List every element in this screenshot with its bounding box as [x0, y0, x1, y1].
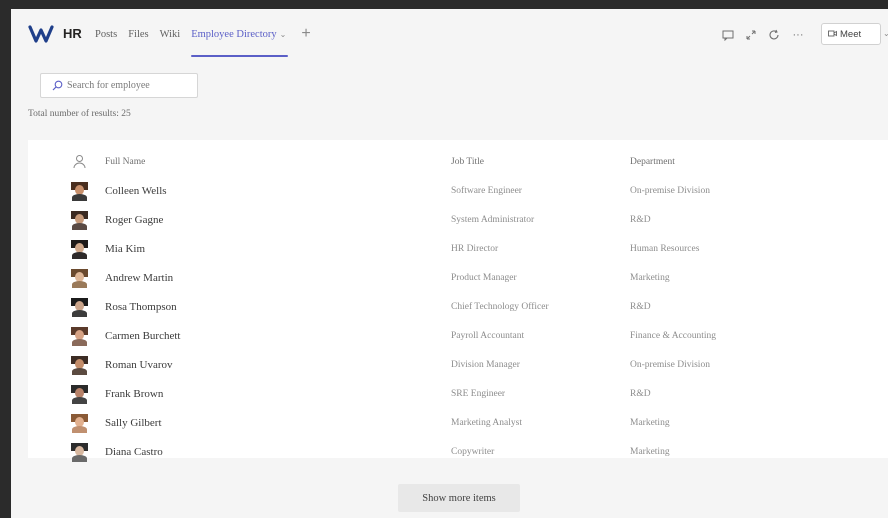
employee-name[interactable]: Rosa Thompson: [105, 301, 177, 313]
chat-icon[interactable]: [721, 28, 735, 42]
team-name: HR: [63, 26, 82, 41]
channel-header: HR Posts Files Wiki Employee Directory ⌄ …: [11, 9, 888, 61]
table-row[interactable]: Sally Gilbert Marketing Analyst Marketing: [28, 408, 888, 437]
team-logo-icon: [28, 25, 54, 43]
meet-button[interactable]: Meet: [821, 23, 881, 45]
employee-department: Marketing: [630, 446, 670, 457]
teams-app: HR Posts Files Wiki Employee Directory ⌄ …: [11, 9, 888, 518]
table-row[interactable]: Frank Brown SRE Engineer R&D: [28, 379, 888, 408]
employee-job-title: Product Manager: [451, 272, 517, 283]
avatar: [71, 327, 88, 346]
employee-name[interactable]: Carmen Burchett: [105, 330, 180, 342]
table-row[interactable]: Rosa Thompson Chief Technology Officer R&D: [28, 292, 888, 321]
meet-options-chevron-icon[interactable]: ⌄: [883, 29, 888, 38]
tab-files[interactable]: Files: [128, 9, 148, 61]
employee-job-title: System Administrator: [451, 214, 535, 225]
table-row[interactable]: Roger Gagne System Administrator R&D: [28, 205, 888, 234]
employee-department: Marketing: [630, 272, 670, 283]
employee-department: Finance & Accounting: [630, 330, 717, 341]
employee-department: Human Resources: [630, 243, 700, 254]
meet-label: Meet: [840, 28, 862, 40]
employee-job-title: Payroll Accountant: [451, 330, 525, 341]
tab-posts[interactable]: Posts: [95, 9, 117, 61]
channel-tabs: Posts Files Wiki Employee Directory ⌄ +: [95, 9, 311, 61]
employee-department: R&D: [630, 214, 651, 225]
avatar: [71, 298, 88, 317]
employee-job-title: Marketing Analyst: [451, 417, 522, 428]
employee-name[interactable]: Sally Gilbert: [105, 417, 162, 429]
employee-job-title: SRE Engineer: [451, 388, 506, 399]
avatar: [71, 240, 88, 259]
refresh-icon[interactable]: [767, 28, 781, 42]
employee-name[interactable]: Diana Castro: [105, 446, 163, 458]
employee-department: R&D: [630, 388, 651, 399]
header-actions-refresh: [767, 26, 781, 44]
expand-icon[interactable]: [744, 28, 758, 42]
table-header-row: Full Name Job Title Department: [28, 147, 888, 176]
table-row[interactable]: Diana Castro Copywriter Marketing: [28, 437, 888, 466]
window-frame-left: [0, 0, 11, 518]
avatar: [71, 269, 88, 288]
header-actions: [721, 26, 735, 44]
employee-job-title: Software Engineer: [451, 185, 522, 196]
table-row[interactable]: Colleen Wells Software Engineer On-premise…: [28, 176, 888, 205]
tab-employee-directory[interactable]: Employee Directory ⌄: [191, 9, 289, 61]
avatar: [71, 211, 88, 230]
employee-department: On-premise Division: [630, 185, 710, 196]
employee-name[interactable]: Mia Kim: [105, 243, 145, 255]
avatar: [71, 356, 88, 375]
employee-name[interactable]: Roman Uvarov: [105, 359, 173, 371]
employee-job-title: Copywriter: [451, 446, 495, 457]
employee-name[interactable]: Frank Brown: [105, 388, 163, 400]
search-box[interactable]: [40, 73, 198, 98]
search-input[interactable]: [67, 80, 197, 91]
chevron-down-icon: ⌄: [279, 30, 287, 39]
search-icon: [52, 80, 63, 91]
header-actions-more: ···: [791, 26, 805, 44]
employee-name[interactable]: Roger Gagne: [105, 214, 163, 226]
employee-department: Marketing: [630, 417, 670, 428]
employee-table: Full Name Job Title Department Colleen W…: [28, 140, 888, 462]
header-actions-expand: [744, 26, 758, 44]
avatar: [71, 443, 88, 462]
tab-wiki[interactable]: Wiki: [160, 9, 181, 61]
column-header-department[interactable]: Department: [630, 157, 675, 167]
table-row[interactable]: Mia Kim HR Director Human Resources: [28, 234, 888, 263]
avatar: [71, 385, 88, 404]
video-camera-icon: [828, 29, 837, 39]
table-row[interactable]: Andrew Martin Product Manager Marketing: [28, 263, 888, 292]
column-header-full-name[interactable]: Full Name: [105, 157, 145, 167]
column-header-job-title[interactable]: Job Title: [451, 157, 484, 167]
show-more-button[interactable]: Show more items: [398, 484, 520, 512]
employee-name[interactable]: Colleen Wells: [105, 185, 167, 197]
table-row[interactable]: Roman Uvarov Division Manager On-premise D…: [28, 350, 888, 379]
window-frame-top: [0, 0, 888, 9]
employee-department: R&D: [630, 301, 651, 312]
add-tab-button[interactable]: +: [301, 9, 310, 61]
employee-job-title: Division Manager: [451, 359, 520, 370]
table-row[interactable]: Carmen Burchett Payroll Accountant Finance…: [28, 321, 888, 350]
employee-job-title: Chief Technology Officer: [451, 301, 549, 312]
person-icon: [71, 153, 88, 170]
avatar: [71, 414, 88, 433]
employee-department: On-premise Division: [630, 359, 710, 370]
employee-job-title: HR Director: [451, 243, 499, 254]
tab-employee-directory-label: Employee Directory: [191, 29, 277, 40]
more-icon[interactable]: ···: [791, 28, 805, 42]
avatar: [71, 182, 88, 201]
result-count: Total number of results: 25: [28, 109, 131, 119]
employee-name[interactable]: Andrew Martin: [105, 272, 173, 284]
